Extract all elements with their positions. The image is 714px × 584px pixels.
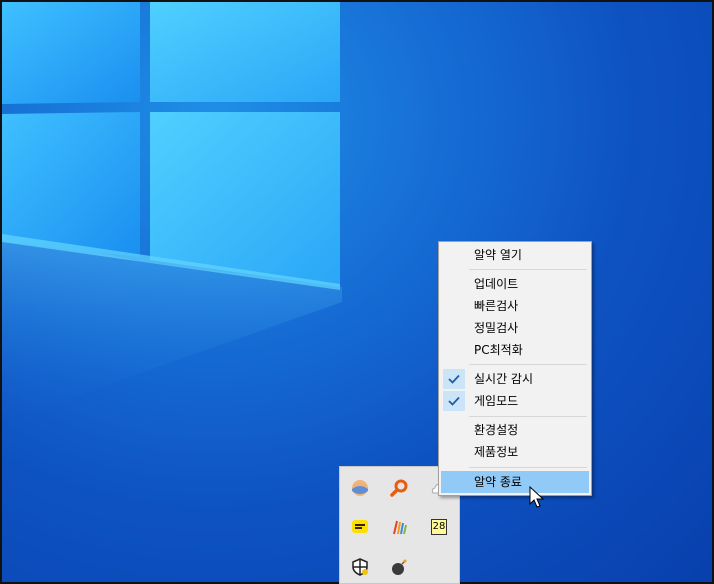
stripes-app-icon[interactable] [388,516,410,538]
menu-item-label: 알약 종료 [474,475,522,489]
menu-separator [469,416,587,417]
menu-item-realtime-monitor[interactable]: 실시간 감시 [441,368,589,390]
menu-separator [469,269,587,270]
menu-separator [469,467,587,468]
menu-separator [469,364,587,365]
menu-item-game-mode[interactable]: 게임모드 [441,390,589,412]
menu-item-open[interactable]: 알약 열기 [441,244,589,266]
menu-item-exit[interactable]: 알약 종료 [441,471,589,493]
calendar-day: 28 [431,519,447,535]
menu-item-label: 정밀검사 [474,321,519,335]
search-magnifier-icon[interactable] [388,477,410,499]
context-menu: 알약 열기 업데이트 빠른검사 정밀검사 PC최적화 실시간 감시 게임모드 환… [438,241,592,496]
menu-item-quick-scan[interactable]: 빠른검사 [441,295,589,317]
menu-item-label: 빠른검사 [474,299,519,313]
check-icon [443,369,465,389]
menu-item-label: 환경설정 [474,423,519,437]
menu-item-label: 업데이트 [474,277,519,291]
menu-item-pc-optimize[interactable]: PC최적화 [441,339,589,361]
menu-item-full-scan[interactable]: 정밀검사 [441,317,589,339]
menu-item-settings[interactable]: 환경설정 [441,419,589,441]
weather-app-icon[interactable] [349,477,371,499]
menu-item-label: 게임모드 [474,394,519,408]
check-icon [443,391,465,411]
menu-item-product-info[interactable]: 제품정보 [441,441,589,463]
menu-item-label: 실시간 감시 [474,372,534,386]
menu-item-label: 알약 열기 [474,248,522,262]
menu-item-label: 제품정보 [474,445,519,459]
menu-item-update[interactable]: 업데이트 [441,273,589,295]
calendar-icon[interactable]: 28 [428,516,450,538]
menu-item-label: PC최적화 [474,343,523,357]
kakaotalk-icon[interactable] [349,516,371,538]
mouse-cursor-icon [529,486,545,508]
bomb-icon[interactable] [388,556,410,578]
security-shield-icon[interactable] [349,556,371,578]
